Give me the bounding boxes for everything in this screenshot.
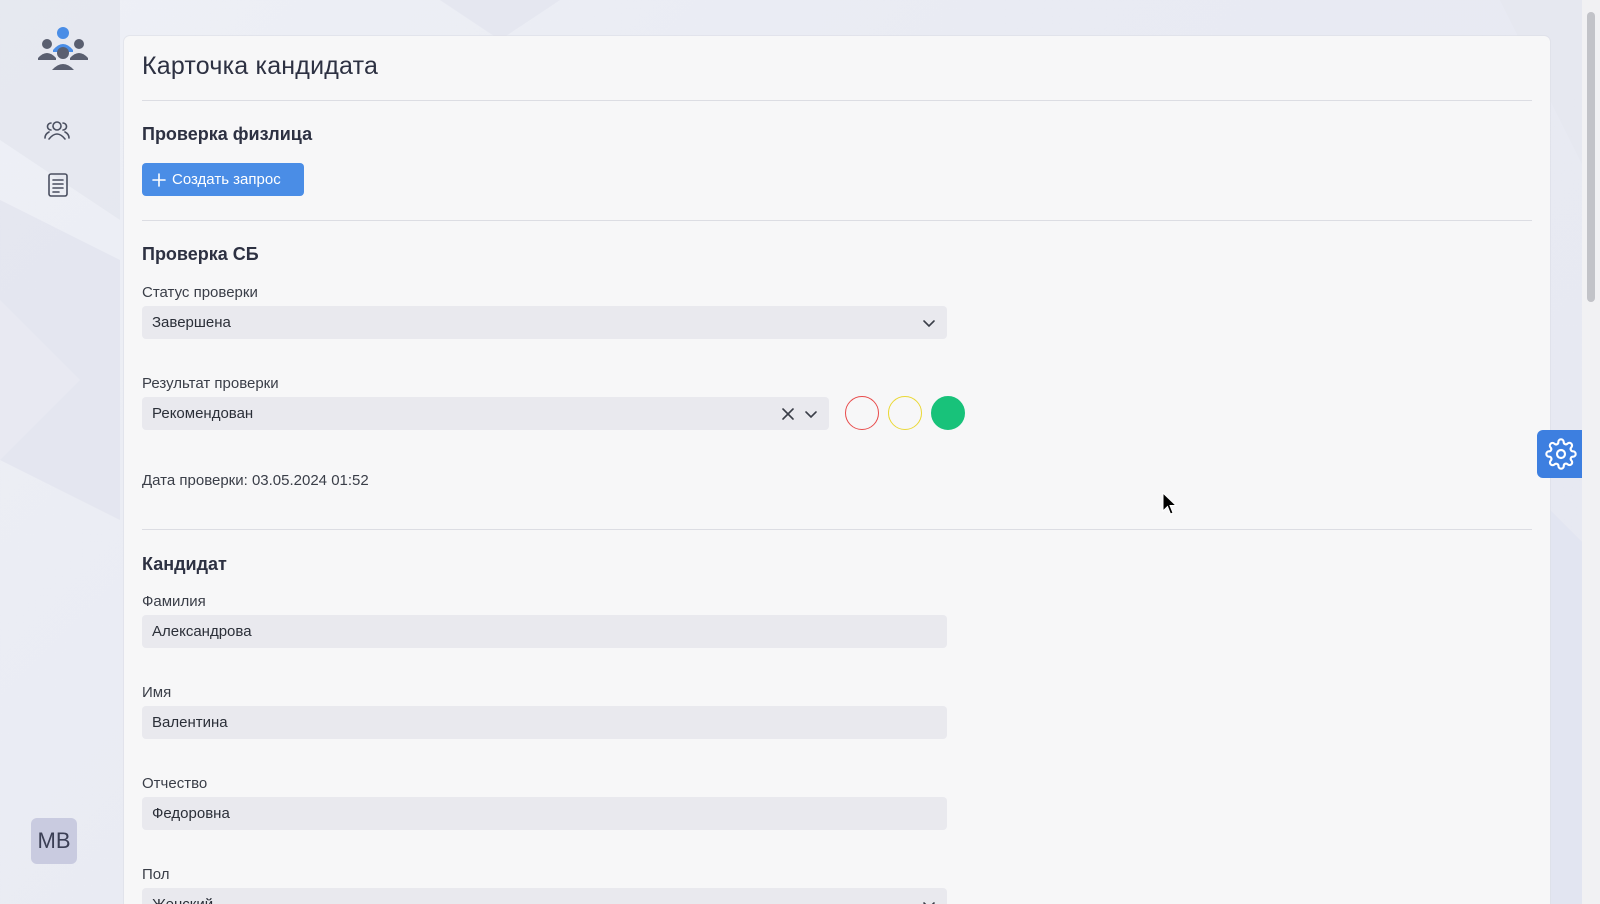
- last-name-label: Фамилия: [142, 593, 206, 610]
- divider: [142, 220, 1532, 221]
- check-date: Дата проверки: 03.05.2024 01:52: [142, 472, 369, 489]
- divider: [142, 529, 1532, 530]
- create-request-label: Создать запрос: [172, 171, 281, 188]
- patronymic-field[interactable]: Федоровна: [142, 797, 947, 830]
- last-name-field[interactable]: Александрова: [142, 615, 947, 648]
- status-select[interactable]: Завершена: [142, 306, 947, 339]
- result-yellow-circle[interactable]: [888, 396, 922, 430]
- clear-icon[interactable]: [781, 407, 795, 421]
- result-green-circle[interactable]: [931, 396, 965, 430]
- scrollbar-thumb[interactable]: [1587, 12, 1595, 302]
- chevron-down-icon: [923, 901, 935, 904]
- last-name-value: Александрова: [152, 623, 252, 640]
- mouse-cursor-icon: [1162, 492, 1178, 515]
- gender-value: Женский: [152, 896, 913, 904]
- status-label: Статус проверки: [142, 284, 258, 301]
- patronymic-label: Отчество: [142, 775, 208, 792]
- section-title-candidate: Кандидат: [142, 554, 227, 574]
- patronymic-value: Федоровна: [152, 805, 230, 822]
- result-select[interactable]: Рекомендован: [142, 397, 829, 430]
- create-request-button[interactable]: Создать запрос: [142, 163, 304, 196]
- divider: [142, 100, 1532, 101]
- page-title: Карточка кандидата: [142, 52, 379, 80]
- first-name-label: Имя: [142, 684, 172, 701]
- result-label: Результат проверки: [142, 375, 279, 392]
- first-name-field[interactable]: Валентина: [142, 706, 947, 739]
- team-logo-icon[interactable]: [36, 26, 90, 70]
- gender-select[interactable]: Женский: [142, 888, 947, 904]
- plus-icon: [152, 172, 166, 187]
- status-value: Завершена: [152, 314, 231, 331]
- chevron-down-icon: [805, 410, 817, 418]
- settings-button[interactable]: [1537, 430, 1585, 478]
- sidebar: MB: [0, 0, 120, 904]
- gender-label: Пол: [142, 866, 170, 883]
- chevron-down-icon: [923, 319, 935, 327]
- avatar[interactable]: MB: [31, 818, 77, 864]
- gear-icon: [1545, 438, 1577, 470]
- first-name-value: Валентина: [152, 714, 228, 731]
- users-icon[interactable]: [44, 117, 72, 145]
- candidate-card: [124, 36, 1550, 904]
- section-title-security-check: Проверка СБ: [142, 244, 259, 264]
- result-red-circle[interactable]: [845, 396, 879, 430]
- result-value: Рекомендован: [152, 405, 254, 422]
- document-list-icon[interactable]: [44, 171, 72, 199]
- section-title-individual-check: Проверка физлица: [142, 124, 313, 144]
